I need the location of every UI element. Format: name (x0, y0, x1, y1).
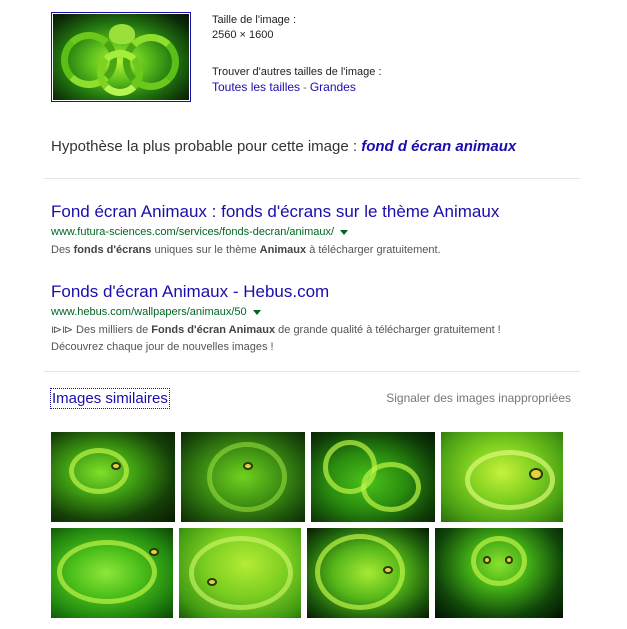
result-snippet: ⧐⧐ Des milliers de Fonds d'écran Animaux… (51, 322, 521, 356)
snake-eye (111, 462, 121, 470)
snake-coil (361, 462, 421, 512)
snake-coil (189, 536, 293, 610)
result-url-row: www.futura-sciences.com/services/fonds-d… (51, 224, 591, 240)
image-info: Taille de l'image : 2560 × 1600 Trouver … (212, 13, 381, 96)
snake-eye (243, 462, 253, 470)
snippet-text: Des (51, 244, 74, 256)
similar-image-thumbnail[interactable] (311, 432, 435, 522)
snake-eye (483, 556, 491, 564)
best-guess: Hypothèse la plus probable pour cette im… (51, 138, 516, 155)
similar-image-thumbnail[interactable] (441, 432, 563, 522)
similar-image-thumbnail[interactable] (51, 528, 173, 618)
best-guess-query-link[interactable]: fond d écran animaux (361, 138, 516, 155)
snake-head (109, 24, 135, 44)
result-snippet: Des fonds d'écrans uniques sur le thème … (51, 242, 521, 259)
snake-image (53, 14, 189, 100)
snippet-text: ⧐⧐ Des milliers de (51, 324, 152, 336)
similar-image-thumbnail[interactable] (51, 432, 175, 522)
similar-image-thumbnail[interactable] (307, 528, 429, 618)
result-url: www.futura-sciences.com/services/fonds-d… (51, 226, 335, 238)
snippet-text: à télécharger gratuitement. (306, 244, 441, 256)
chevron-down-icon[interactable] (252, 309, 261, 315)
search-result: Fond écran Animaux : fonds d'écrans sur … (51, 202, 591, 259)
snake-coil (471, 536, 527, 586)
divider (44, 371, 580, 372)
result-title-link[interactable]: Fonds d'écran Animaux - Hebus.com (51, 282, 591, 302)
image-dimensions: 2560 × 1600 (212, 29, 274, 41)
snake-coil (69, 448, 129, 494)
similar-image-thumbnail[interactable] (179, 528, 301, 618)
snippet-highlight: Fonds d'écran Animaux (151, 324, 276, 336)
snake-eye (505, 556, 513, 564)
snake-eye (149, 548, 159, 556)
snippet-text: uniques sur le thème (151, 244, 260, 256)
all-sizes-link[interactable]: Toutes les tailles (212, 80, 300, 94)
report-inappropriate-link[interactable]: Signaler des images inappropriées (386, 391, 571, 405)
divider (44, 178, 580, 179)
image-size-label: Taille de l'image : (212, 14, 297, 26)
search-result: Fonds d'écran Animaux - Hebus.com www.he… (51, 282, 591, 356)
snake-eye (383, 566, 393, 574)
size-links: Toutes les tailles - Grandes (212, 80, 356, 94)
result-url-row: www.hebus.com/wallpapers/animaux/50 (51, 304, 591, 320)
snake-coil (207, 442, 287, 512)
similar-image-thumbnail[interactable] (435, 528, 563, 618)
snake-eye (529, 468, 543, 480)
result-title-link[interactable]: Fond écran Animaux : fonds d'écrans sur … (51, 202, 591, 222)
large-sizes-link[interactable]: Grandes (310, 80, 356, 94)
snippet-highlight: Animaux (259, 244, 307, 256)
main-image-thumbnail[interactable] (51, 12, 191, 102)
size-links-separator: - (300, 82, 310, 94)
snake-coil (97, 50, 143, 96)
result-url: www.hebus.com/wallpapers/animaux/50 (51, 306, 247, 318)
find-other-sizes-label: Trouver d'autres tailles de l'image : (212, 66, 382, 78)
similar-images-link[interactable]: Images similaires (50, 388, 170, 409)
best-guess-label: Hypothèse la plus probable pour cette im… (51, 138, 362, 155)
snake-coil (57, 540, 157, 604)
chevron-down-icon[interactable] (340, 229, 349, 235)
snake-coil (465, 450, 555, 510)
snippet-highlight: fonds d'écrans (73, 244, 152, 256)
similar-image-thumbnail[interactable] (181, 432, 305, 522)
snake-eye (207, 578, 217, 586)
